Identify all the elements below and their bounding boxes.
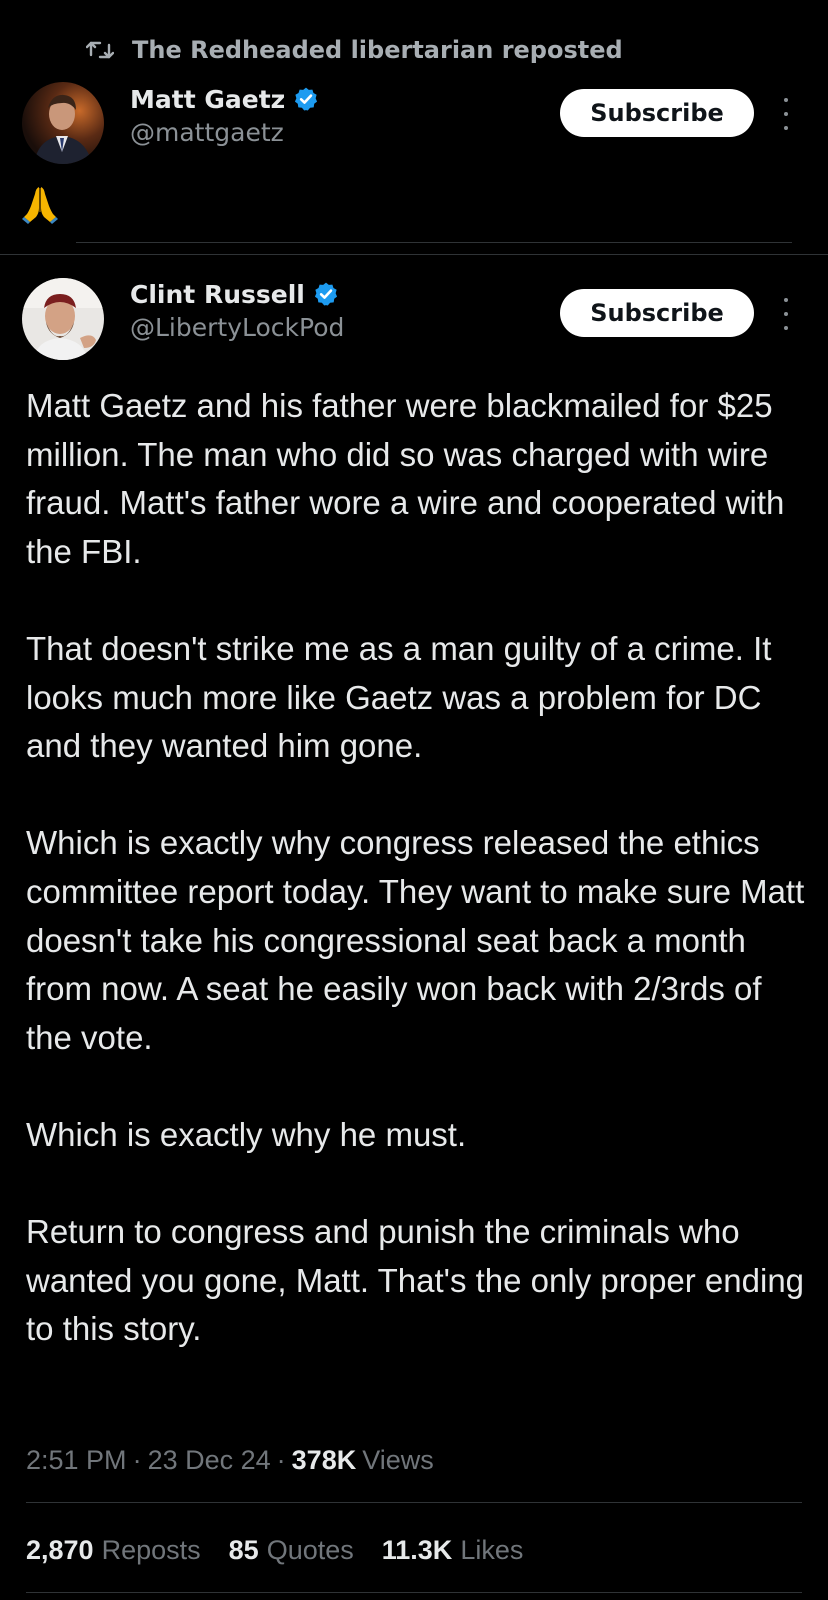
repost-banner[interactable]: The Redheaded libertarian reposted <box>86 30 623 70</box>
verified-badge-icon <box>314 282 337 306</box>
meta-separator: · <box>276 1444 286 1475</box>
quotes-stat[interactable]: 85 Quotes <box>229 1535 354 1566</box>
subscribe-button-matt-gaetz[interactable]: Subscribe <box>560 89 754 137</box>
avatar-matt-gaetz[interactable] <box>22 82 104 164</box>
views-count: 378K <box>291 1444 357 1475</box>
reposted-author-block[interactable]: Matt Gaetz @mattgaetz <box>130 82 319 150</box>
views-label: Views <box>362 1444 434 1475</box>
repost-banner-text: The Redheaded libertarian reposted <box>132 36 623 64</box>
quoted-author-handle[interactable]: @LibertyLockPod <box>130 311 344 345</box>
post-date[interactable]: 23 Dec 24 <box>148 1445 271 1476</box>
reposted-author-name-row[interactable]: Matt Gaetz <box>130 82 319 116</box>
post-body: Matt Gaetz and his father were blackmail… <box>26 382 816 1354</box>
reposted-author-name[interactable]: Matt Gaetz <box>130 85 285 114</box>
reposts-count: 2,870 <box>26 1534 94 1565</box>
reposts-label: Reposts <box>101 1534 201 1565</box>
stats-divider-bottom <box>26 1592 802 1593</box>
post-paragraph: That doesn't strike me as a man guilty o… <box>26 629 772 765</box>
quoted-author-name-row[interactable]: Clint Russell <box>130 277 344 311</box>
likes-count: 11.3K <box>381 1534 453 1565</box>
post-paragraph: Which is exactly why he must. <box>26 1115 467 1153</box>
post-paragraph: Which is exactly why congress released t… <box>26 824 805 1056</box>
reposts-stat[interactable]: 2,870 Reposts <box>26 1535 201 1566</box>
repost-icon <box>86 41 114 59</box>
post-paragraph: Return to congress and punish the crimin… <box>26 1213 805 1348</box>
verified-badge-icon <box>295 87 318 111</box>
reposted-author-handle[interactable]: @mattgaetz <box>130 116 319 150</box>
quoted-author-name[interactable]: Clint Russell <box>130 280 305 309</box>
meta-separator: · <box>132 1444 142 1475</box>
quoted-author-block[interactable]: Clint Russell @LibertyLockPod <box>130 277 344 345</box>
likes-label: Likes <box>460 1534 524 1565</box>
engagement-stats: 2,870 Reposts 85 Quotes 11.3K Likes <box>26 1528 551 1572</box>
post-meta: 2:51 PM · 23 Dec 24 · 378K Views <box>26 1440 434 1480</box>
praying-hands-emoji <box>22 187 58 224</box>
post-paragraph: Matt Gaetz and his father were blackmail… <box>26 387 785 570</box>
quotes-label: Quotes <box>266 1534 354 1565</box>
thread-divider-inner <box>76 242 792 243</box>
quotes-count: 85 <box>228 1534 259 1565</box>
more-options-icon[interactable] <box>778 98 794 130</box>
stats-divider-top <box>26 1502 802 1503</box>
thread-divider <box>0 254 828 255</box>
post-time[interactable]: 2:51 PM <box>26 1445 127 1476</box>
subscribe-button-clint-russell[interactable]: Subscribe <box>560 289 754 337</box>
more-options-icon[interactable] <box>778 298 794 330</box>
avatar-clint-russell[interactable] <box>22 278 104 360</box>
likes-stat[interactable]: 11.3K Likes <box>382 1535 524 1566</box>
